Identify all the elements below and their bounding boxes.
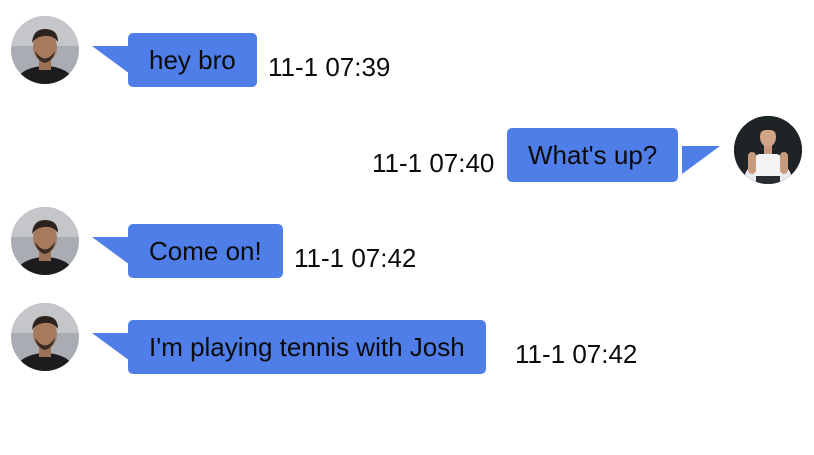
bubble-tail <box>92 46 130 74</box>
self-avatar[interactable] <box>734 116 802 184</box>
bubble-tail <box>92 237 130 265</box>
message-timestamp: 11-1 07:42 <box>515 339 638 369</box>
chat-thread: hey bro 11-1 07:39 11-1 07:40 What's up? <box>0 0 814 455</box>
message-timestamp: 11-1 07:40 <box>372 148 495 178</box>
message-row: 11-1 07:40 What's up? <box>0 112 814 184</box>
contact-avatar[interactable] <box>11 303 79 371</box>
man-avatar-icon <box>11 303 79 371</box>
message-timestamp: 11-1 07:39 <box>268 52 391 82</box>
message-bubble[interactable]: hey bro <box>128 33 257 87</box>
message-bubble[interactable]: I'm playing tennis with Josh <box>128 320 486 374</box>
man-avatar-icon <box>11 16 79 84</box>
man-avatar-icon <box>11 207 79 275</box>
message-timestamp: 11-1 07:42 <box>294 243 417 273</box>
message-bubble[interactable]: What's up? <box>507 128 679 182</box>
message-row: Come on! 11-1 07:42 <box>0 207 814 278</box>
contact-avatar[interactable] <box>11 16 79 84</box>
contact-avatar[interactable] <box>11 207 79 275</box>
message-bubble[interactable]: Come on! <box>128 224 283 278</box>
message-row: hey bro 11-1 07:39 <box>0 16 814 87</box>
man-avatar-icon <box>734 116 802 184</box>
bubble-tail <box>682 146 720 174</box>
message-row: I'm playing tennis with Josh 11-1 07:42 <box>0 303 814 374</box>
bubble-tail <box>92 333 130 361</box>
